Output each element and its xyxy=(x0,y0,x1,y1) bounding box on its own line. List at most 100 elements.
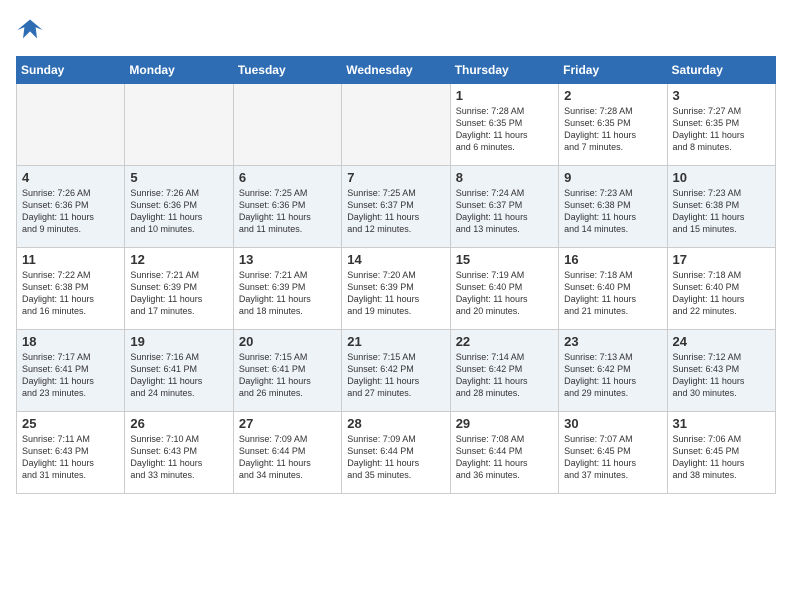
calendar-cell: 11 Sunrise: 7:22 AM Sunset: 6:38 PM Dayli… xyxy=(17,248,125,330)
page-header xyxy=(16,16,776,44)
day-number: 15 xyxy=(456,252,553,267)
day-info: Sunrise: 7:22 AM Sunset: 6:38 PM Dayligh… xyxy=(22,269,119,318)
day-info: Sunrise: 7:13 AM Sunset: 6:42 PM Dayligh… xyxy=(564,351,661,400)
column-header-monday: Monday xyxy=(125,57,233,84)
calendar-cell: 14 Sunrise: 7:20 AM Sunset: 6:39 PM Dayli… xyxy=(342,248,450,330)
column-header-tuesday: Tuesday xyxy=(233,57,341,84)
day-info: Sunrise: 7:15 AM Sunset: 6:41 PM Dayligh… xyxy=(239,351,336,400)
day-info: Sunrise: 7:09 AM Sunset: 6:44 PM Dayligh… xyxy=(347,433,444,482)
day-number: 2 xyxy=(564,88,661,103)
day-number: 25 xyxy=(22,416,119,431)
day-info: Sunrise: 7:25 AM Sunset: 6:37 PM Dayligh… xyxy=(347,187,444,236)
week-row-1: 1 Sunrise: 7:28 AM Sunset: 6:35 PM Daylig… xyxy=(17,84,776,166)
day-info: Sunrise: 7:26 AM Sunset: 6:36 PM Dayligh… xyxy=(22,187,119,236)
day-info: Sunrise: 7:28 AM Sunset: 6:35 PM Dayligh… xyxy=(456,105,553,154)
calendar-cell: 2Sunrise: 7:28 AM Sunset: 6:35 PM Daylig… xyxy=(559,84,667,166)
calendar-cell: 26Sunrise: 7:10 AM Sunset: 6:43 PM Dayli… xyxy=(125,412,233,494)
calendar-cell: 27 Sunrise: 7:09 AM Sunset: 6:44 PM Dayli… xyxy=(233,412,341,494)
day-number: 26 xyxy=(130,416,227,431)
calendar-cell: 18 Sunrise: 7:17 AM Sunset: 6:41 PM Dayli… xyxy=(17,330,125,412)
column-header-sunday: Sunday xyxy=(17,57,125,84)
logo xyxy=(16,16,48,44)
day-info: Sunrise: 7:19 AM Sunset: 6:40 PM Dayligh… xyxy=(456,269,553,318)
calendar-cell: 6 Sunrise: 7:25 AM Sunset: 6:36 PM Daylig… xyxy=(233,166,341,248)
calendar-table: SundayMondayTuesdayWednesdayThursdayFrid… xyxy=(16,56,776,494)
day-number: 21 xyxy=(347,334,444,349)
day-info: Sunrise: 7:23 AM Sunset: 6:38 PM Dayligh… xyxy=(673,187,770,236)
calendar-cell xyxy=(233,84,341,166)
calendar-cell: 17Sunrise: 7:18 AM Sunset: 6:40 PM Dayli… xyxy=(667,248,775,330)
day-info: Sunrise: 7:27 AM Sunset: 6:35 PM Dayligh… xyxy=(673,105,770,154)
day-info: Sunrise: 7:25 AM Sunset: 6:36 PM Dayligh… xyxy=(239,187,336,236)
day-number: 5 xyxy=(130,170,227,185)
column-header-thursday: Thursday xyxy=(450,57,558,84)
day-number: 14 xyxy=(347,252,444,267)
calendar-cell: 9 Sunrise: 7:23 AM Sunset: 6:38 PM Daylig… xyxy=(559,166,667,248)
calendar-cell: 28 Sunrise: 7:09 AM Sunset: 6:44 PM Dayli… xyxy=(342,412,450,494)
calendar-cell: 10 Sunrise: 7:23 AM Sunset: 6:38 PM Dayli… xyxy=(667,166,775,248)
day-number: 9 xyxy=(564,170,661,185)
day-number: 17 xyxy=(673,252,770,267)
day-info: Sunrise: 7:15 AM Sunset: 6:42 PM Dayligh… xyxy=(347,351,444,400)
day-info: Sunrise: 7:23 AM Sunset: 6:38 PM Dayligh… xyxy=(564,187,661,236)
calendar-cell: 8Sunrise: 7:24 AM Sunset: 6:37 PM Daylig… xyxy=(450,166,558,248)
day-number: 11 xyxy=(22,252,119,267)
calendar-cell: 1 Sunrise: 7:28 AM Sunset: 6:35 PM Daylig… xyxy=(450,84,558,166)
calendar-cell: 12 Sunrise: 7:21 AM Sunset: 6:39 PM Dayli… xyxy=(125,248,233,330)
column-header-friday: Friday xyxy=(559,57,667,84)
day-info: Sunrise: 7:14 AM Sunset: 6:42 PM Dayligh… xyxy=(456,351,553,400)
calendar-cell: 3 Sunrise: 7:27 AM Sunset: 6:35 PM Daylig… xyxy=(667,84,775,166)
calendar-cell: 15 Sunrise: 7:19 AM Sunset: 6:40 PM Dayli… xyxy=(450,248,558,330)
week-row-5: 25 Sunrise: 7:11 AM Sunset: 6:43 PM Dayli… xyxy=(17,412,776,494)
calendar-cell: 23 Sunrise: 7:13 AM Sunset: 6:42 PM Dayli… xyxy=(559,330,667,412)
day-number: 27 xyxy=(239,416,336,431)
day-number: 7 xyxy=(347,170,444,185)
day-number: 20 xyxy=(239,334,336,349)
calendar-cell xyxy=(17,84,125,166)
day-info: Sunrise: 7:06 AM Sunset: 6:45 PM Dayligh… xyxy=(673,433,770,482)
day-number: 6 xyxy=(239,170,336,185)
calendar-cell: 16Sunrise: 7:18 AM Sunset: 6:40 PM Dayli… xyxy=(559,248,667,330)
calendar-cell xyxy=(125,84,233,166)
day-info: Sunrise: 7:07 AM Sunset: 6:45 PM Dayligh… xyxy=(564,433,661,482)
day-number: 13 xyxy=(239,252,336,267)
day-number: 31 xyxy=(673,416,770,431)
day-info: Sunrise: 7:20 AM Sunset: 6:39 PM Dayligh… xyxy=(347,269,444,318)
day-number: 3 xyxy=(673,88,770,103)
column-header-wednesday: Wednesday xyxy=(342,57,450,84)
day-number: 24 xyxy=(673,334,770,349)
calendar-cell: 4 Sunrise: 7:26 AM Sunset: 6:36 PM Daylig… xyxy=(17,166,125,248)
calendar-cell: 24 Sunrise: 7:12 AM Sunset: 6:43 PM Dayli… xyxy=(667,330,775,412)
week-row-3: 11 Sunrise: 7:22 AM Sunset: 6:38 PM Dayli… xyxy=(17,248,776,330)
day-number: 28 xyxy=(347,416,444,431)
logo-bird-icon xyxy=(16,16,44,44)
calendar-cell: 29Sunrise: 7:08 AM Sunset: 6:44 PM Dayli… xyxy=(450,412,558,494)
day-info: Sunrise: 7:09 AM Sunset: 6:44 PM Dayligh… xyxy=(239,433,336,482)
day-number: 12 xyxy=(130,252,227,267)
header-row: SundayMondayTuesdayWednesdayThursdayFrid… xyxy=(17,57,776,84)
day-number: 22 xyxy=(456,334,553,349)
day-number: 1 xyxy=(456,88,553,103)
day-info: Sunrise: 7:26 AM Sunset: 6:36 PM Dayligh… xyxy=(130,187,227,236)
calendar-cell: 20 Sunrise: 7:15 AM Sunset: 6:41 PM Dayli… xyxy=(233,330,341,412)
day-info: Sunrise: 7:16 AM Sunset: 6:41 PM Dayligh… xyxy=(130,351,227,400)
day-number: 23 xyxy=(564,334,661,349)
day-info: Sunrise: 7:18 AM Sunset: 6:40 PM Dayligh… xyxy=(564,269,661,318)
day-number: 18 xyxy=(22,334,119,349)
day-info: Sunrise: 7:21 AM Sunset: 6:39 PM Dayligh… xyxy=(239,269,336,318)
week-row-4: 18 Sunrise: 7:17 AM Sunset: 6:41 PM Dayli… xyxy=(17,330,776,412)
day-info: Sunrise: 7:21 AM Sunset: 6:39 PM Dayligh… xyxy=(130,269,227,318)
day-info: Sunrise: 7:24 AM Sunset: 6:37 PM Dayligh… xyxy=(456,187,553,236)
day-info: Sunrise: 7:12 AM Sunset: 6:43 PM Dayligh… xyxy=(673,351,770,400)
calendar-cell: 5 Sunrise: 7:26 AM Sunset: 6:36 PM Daylig… xyxy=(125,166,233,248)
day-number: 4 xyxy=(22,170,119,185)
calendar-cell xyxy=(342,84,450,166)
day-number: 10 xyxy=(673,170,770,185)
day-info: Sunrise: 7:17 AM Sunset: 6:41 PM Dayligh… xyxy=(22,351,119,400)
calendar-cell: 7 Sunrise: 7:25 AM Sunset: 6:37 PM Daylig… xyxy=(342,166,450,248)
day-info: Sunrise: 7:11 AM Sunset: 6:43 PM Dayligh… xyxy=(22,433,119,482)
calendar-cell: 25 Sunrise: 7:11 AM Sunset: 6:43 PM Dayli… xyxy=(17,412,125,494)
column-header-saturday: Saturday xyxy=(667,57,775,84)
calendar-cell: 31 Sunrise: 7:06 AM Sunset: 6:45 PM Dayli… xyxy=(667,412,775,494)
week-row-2: 4 Sunrise: 7:26 AM Sunset: 6:36 PM Daylig… xyxy=(17,166,776,248)
